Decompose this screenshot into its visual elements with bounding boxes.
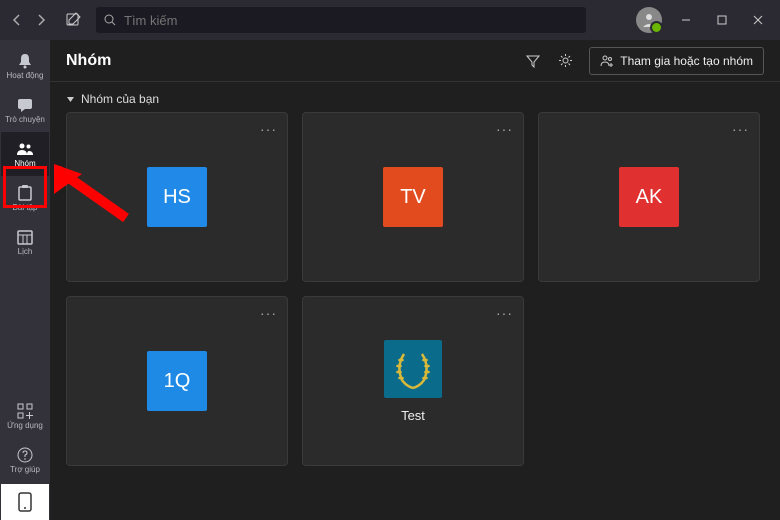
team-card[interactable]: ··· TV [302, 112, 524, 282]
rail-calendar[interactable]: Lịch [1, 220, 49, 264]
rail-label: Trợ giúp [10, 466, 40, 474]
page-title: Nhóm [66, 52, 111, 70]
rail-label: Nhóm [14, 160, 35, 168]
join-button-label: Tham gia hoặc tạo nhóm [620, 54, 753, 68]
rail-mobile[interactable] [1, 484, 49, 520]
rail-teams[interactable]: Nhóm [1, 132, 49, 176]
minimize-button[interactable] [674, 8, 698, 32]
back-button[interactable] [6, 9, 28, 31]
assignments-icon [16, 184, 34, 202]
content-header: Nhóm Tham gia hoặc tạo nhóm [50, 40, 780, 82]
card-more-button[interactable]: ··· [496, 305, 513, 321]
chat-icon [16, 96, 34, 114]
rail-activity[interactable]: Hoạt động [1, 44, 49, 88]
search-icon [104, 14, 116, 26]
user-avatar[interactable] [636, 7, 662, 33]
team-add-icon [600, 54, 614, 68]
team-name: Test [401, 408, 425, 423]
rail-apps[interactable]: Ứng dụng [1, 394, 49, 438]
maximize-button[interactable] [710, 8, 734, 32]
titlebar-right [636, 7, 774, 33]
team-tile-laurel [384, 340, 442, 398]
team-card[interactable]: ··· AK [538, 112, 760, 282]
apps-icon [16, 402, 34, 420]
avatar-icon [641, 12, 657, 28]
calendar-icon [16, 228, 34, 246]
close-button[interactable] [746, 8, 770, 32]
bell-icon [16, 52, 34, 70]
chevron-left-icon [11, 14, 23, 26]
help-icon [16, 446, 34, 464]
close-icon [753, 15, 763, 25]
mobile-icon [18, 492, 32, 512]
team-tile: AK [619, 167, 679, 227]
rail-label: Ứng dụng [7, 422, 43, 430]
left-rail: Hoạt động Trò chuyện Nhóm Bài tập Lịch [0, 40, 50, 520]
section-label: Nhóm của bạn [81, 92, 159, 106]
filter-icon [526, 54, 540, 68]
team-tile: TV [383, 167, 443, 227]
rail-label: Bài tập [13, 204, 38, 212]
card-more-button[interactable]: ··· [260, 121, 277, 137]
rail-label: Trò chuyện [5, 116, 45, 124]
content-area: Nhóm Tham gia hoặc tạo nhóm Nhóm của bạn… [50, 40, 780, 520]
team-tile: HS [147, 167, 207, 227]
maximize-icon [717, 15, 727, 25]
compose-button[interactable] [60, 7, 86, 33]
titlebar [0, 0, 780, 40]
chevron-right-icon [35, 14, 47, 26]
join-or-create-team-button[interactable]: Tham gia hoặc tạo nhóm [589, 47, 764, 75]
rail-help[interactable]: Trợ giúp [1, 438, 49, 482]
team-tile: 1Q [147, 351, 207, 411]
gear-icon [558, 53, 573, 68]
team-card[interactable]: ··· HS [66, 112, 288, 282]
team-card[interactable]: ··· 1Q [66, 296, 288, 466]
filter-button[interactable] [519, 47, 547, 75]
search-input[interactable] [96, 7, 586, 33]
settings-button[interactable] [551, 47, 579, 75]
compose-icon [65, 12, 81, 28]
card-more-button[interactable]: ··· [732, 121, 749, 137]
rail-label: Lịch [18, 248, 33, 256]
card-more-button[interactable]: ··· [260, 305, 277, 321]
rail-chat[interactable]: Trò chuyện [1, 88, 49, 132]
team-card[interactable]: ··· Test [302, 296, 524, 466]
history-nav [6, 9, 52, 31]
rail-assignments[interactable]: Bài tập [1, 176, 49, 220]
rail-label: Hoạt động [7, 72, 44, 80]
minimize-icon [681, 15, 691, 25]
forward-button[interactable] [30, 9, 52, 31]
main-layout: Hoạt động Trò chuyện Nhóm Bài tập Lịch [0, 40, 780, 520]
teams-grid: ··· HS ··· TV ··· AK ··· 1Q ··· Test [50, 112, 780, 482]
teams-icon [16, 140, 34, 158]
section-your-teams[interactable]: Nhóm của bạn [50, 82, 780, 112]
search-container [96, 7, 586, 33]
caret-down-icon [66, 95, 75, 104]
laurel-icon [390, 346, 436, 392]
card-more-button[interactable]: ··· [496, 121, 513, 137]
